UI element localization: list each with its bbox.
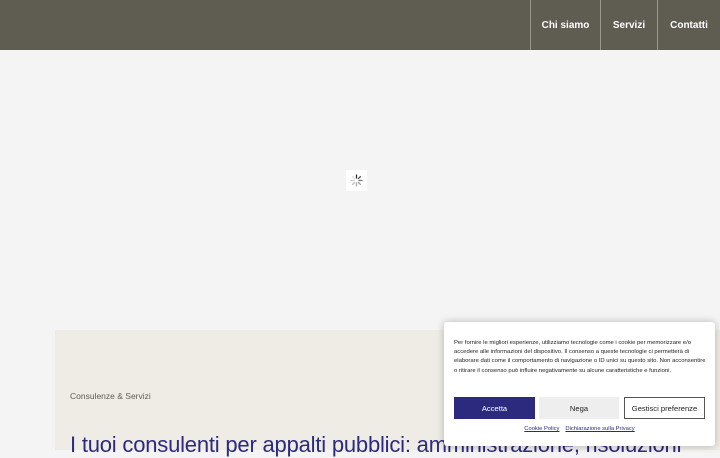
spinner-icon [350, 174, 363, 187]
accept-button[interactable]: Accetta [454, 397, 535, 419]
cookie-policy-link[interactable]: Cookie Policy [524, 426, 559, 432]
top-navigation-bar: Chi siamo Servizi Contatti [0, 0, 720, 50]
cookie-consent-banner: Per fornire le migliori esperienze, util… [444, 322, 715, 446]
nav-item-contatti[interactable]: Contatti [657, 0, 720, 50]
cookie-links: Cookie Policy Dichiarazione sulla Privac… [444, 426, 715, 432]
nav-item-chi-siamo[interactable]: Chi siamo [530, 0, 600, 50]
cookie-consent-text: Per fornire le migliori esperienze, util… [454, 340, 706, 374]
main-nav: Chi siamo Servizi Contatti [530, 0, 720, 50]
deny-button[interactable]: Nega [539, 397, 619, 419]
section-eyebrow: Consulenze & Servizi [70, 391, 151, 401]
manage-preferences-button[interactable]: Gestisci preferenze [624, 397, 705, 419]
loading-spinner [346, 170, 367, 191]
nav-item-servizi[interactable]: Servizi [600, 0, 657, 50]
privacy-statement-link[interactable]: Dichiarazione sulla Privacy [565, 426, 634, 432]
